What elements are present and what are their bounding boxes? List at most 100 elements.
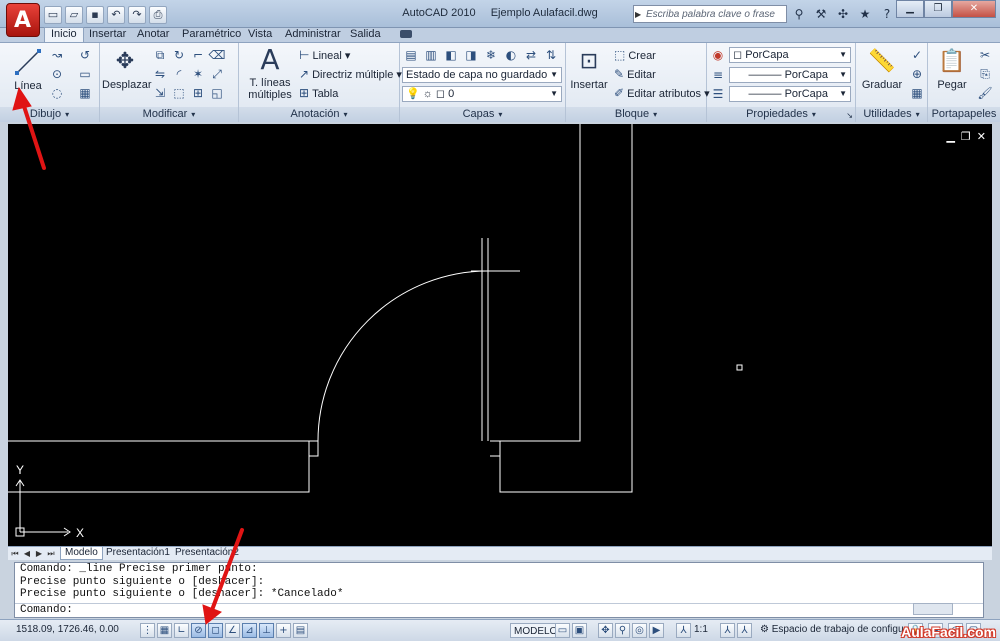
search-dropdown-icon[interactable]: ▶ [635,10,641,19]
edit-block-button[interactable]: ✎ Editar [614,67,656,81]
multileader-button[interactable]: ↗ Directriz múltiple ▾ [299,67,402,81]
polyline-icon[interactable]: ↝ [48,47,66,63]
tab-salida[interactable]: Salida [350,28,381,42]
trim-icon[interactable]: ⌐ [189,47,207,63]
create-block-button[interactable]: ⬚ Crear [614,48,656,62]
tab-vista[interactable]: Vista [248,28,272,42]
arc-icon[interactable]: ◌ [48,85,66,101]
workspace-switch[interactable]: ⚙ Espacio de trabajo de configura ▾ [760,624,920,635]
annotation-scale-value[interactable]: 1:1 [694,624,708,635]
layer-state-dropdown[interactable]: Estado de capa no guardado ▼ [402,67,562,83]
tab-presentacion1[interactable]: Presentación1 [102,547,174,560]
calculator-icon[interactable]: ▦ [908,85,926,101]
fillet-icon[interactable]: ◜ [170,66,188,82]
panel-title-bloque[interactable]: Bloque ▾ [566,107,706,122]
color-dropdown[interactable]: ◻ PorCapa ▼ [729,47,851,63]
object-snap-icon[interactable]: ◻ [208,623,223,638]
layer-freeze-icon[interactable]: ❄ [482,47,500,63]
pan-icon[interactable]: ✥ [598,623,613,638]
insert-block-button[interactable]: ⊡ Insertar [568,47,610,91]
multiline-text-button[interactable]: A T. líneas múltiples [245,45,295,102]
viewport-restore-icon[interactable]: ❐ [961,130,971,143]
paste-button[interactable]: 📋 Pegar [932,47,972,91]
cut-icon[interactable]: ✂ [976,47,994,63]
copy-clip-icon[interactable]: ⎘ [976,66,994,82]
command-window-handle[interactable] [0,562,14,618]
lineweight-dropdown[interactable]: ——— PorCapa ▼ [729,86,851,102]
command-window[interactable]: Comando: _line Precise primer punto: Pre… [14,562,984,618]
rectangle-icon[interactable]: ▭ [76,66,94,82]
annotation-visibility-icon[interactable]: ⅄ [720,623,735,638]
showmotion-icon[interactable]: ▶ [649,623,664,638]
panel-title-propiedades[interactable]: Propiedades ▾ [707,107,855,122]
lineweight-icon[interactable]: ☰ [709,86,727,102]
layer-unisolate-icon[interactable]: ◨ [462,47,480,63]
array-icon[interactable]: ⊞ [189,85,207,101]
ortho-icon[interactable]: ∟ [174,623,189,638]
erase-icon[interactable]: ⌫ [208,47,226,63]
steering-wheel-icon[interactable]: ◎ [632,623,647,638]
tab-modelo[interactable]: Modelo [60,547,103,560]
binoculars-icon[interactable]: ⚲ [790,5,808,23]
tab-anotar[interactable]: Anotar [137,28,169,42]
layer-dropdown[interactable]: 💡 ☼ ◻ 0 ▼ [402,86,562,102]
panel-title-anotacion[interactable]: Anotación ▾ [239,107,399,122]
panel-title-modificar[interactable]: Modificar ▾ [100,107,238,122]
mirror-icon[interactable]: ⇋ [151,66,169,82]
coordinates-readout[interactable]: 1518.09, 1726.46, 0.00 [16,624,119,635]
snap-mode-icon[interactable]: ⋮ [140,623,155,638]
first-tab-icon[interactable]: ⏮ [10,548,20,559]
panel-title-portapapeles[interactable]: Portapapeles [928,107,1000,122]
hatch-icon[interactable]: ▦ [76,85,94,101]
layer-state-icon[interactable]: ▥ [422,47,440,63]
minimize-ribbon-icon[interactable] [400,30,412,38]
application-menu-button[interactable]: A [6,3,40,37]
rotate-icon[interactable]: ↻ [170,47,188,63]
next-tab-icon[interactable]: ▶ [34,548,44,559]
offset-icon[interactable]: ◱ [208,85,226,101]
linetype-dropdown[interactable]: ——— PorCapa ▼ [729,67,851,83]
tab-parametrico[interactable]: Paramétrico [182,28,241,42]
panel-title-capas[interactable]: Capas ▾ [400,107,565,122]
maximize-icon[interactable]: ❐ [924,0,952,18]
explode-icon[interactable]: ✶ [189,66,207,82]
tab-administrar[interactable]: Administrar [285,28,341,42]
auto-scale-icon[interactable]: ⅄ [737,623,752,638]
table-button[interactable]: ⊞ Tabla [299,86,338,100]
layer-properties-icon[interactable]: ▤ [402,47,420,63]
edit-attributes-button[interactable]: ✐ Editar atributos ▾ [614,86,710,100]
minimize-icon[interactable]: ▁ [896,0,924,18]
viewport-minimize-icon[interactable]: ▁ [946,130,954,143]
search-input[interactable]: ▶ Escriba palabra clave o frase [633,5,787,23]
communication-icon[interactable]: ✣ [834,5,852,23]
layer-match-icon[interactable]: ⇄ [522,47,540,63]
polar-tracking-icon[interactable]: ⊘ [191,623,206,638]
dynamic-ucs-icon[interactable]: ⊿ [242,623,257,638]
linetype-icon[interactable]: ≡ [709,67,727,83]
line-button[interactable]: Línea [10,47,46,92]
drawing-area[interactable]: X Y ▁ ❐ ✕ [8,124,992,546]
quick-select-icon[interactable]: ✓ [908,47,926,63]
select-similar-icon[interactable]: ⊕ [908,66,926,82]
tab-inicio[interactable]: Inicio [44,27,84,43]
match-properties-icon[interactable]: 🖌 [976,85,994,101]
undo-draw-icon[interactable]: ↺ [76,47,94,63]
measure-button[interactable]: 📏 Graduar [860,47,904,91]
object-snap-tracking-icon[interactable]: ∠ [225,623,240,638]
stretch-icon[interactable]: ⇲ [151,85,169,101]
scale-object-icon[interactable]: ⬚ [170,85,188,101]
annotation-scale-icon[interactable]: ⅄ [676,623,691,638]
dynamic-input-icon[interactable]: ⊥ [259,623,274,638]
panel-title-dibujo[interactable]: Dibujo ▾ [0,107,99,122]
layer-walk-icon[interactable]: ⇅ [542,47,560,63]
color-wheel-icon[interactable]: ◉ [709,47,727,63]
scale-icon[interactable]: ⤢ [208,66,226,82]
command-scrollbar[interactable] [913,603,953,615]
tab-insertar[interactable]: Insertar [89,28,126,42]
circle-icon[interactable]: ⊙ [48,66,66,82]
linear-dimension-button[interactable]: ⊢ Lineal ▾ [299,48,350,62]
lineweight-toggle-icon[interactable]: + [276,623,291,638]
last-tab-icon[interactable]: ⏭ [46,548,56,559]
grid-icon[interactable]: ▦ [157,623,172,638]
quick-properties-icon[interactable]: ▤ [293,623,308,638]
